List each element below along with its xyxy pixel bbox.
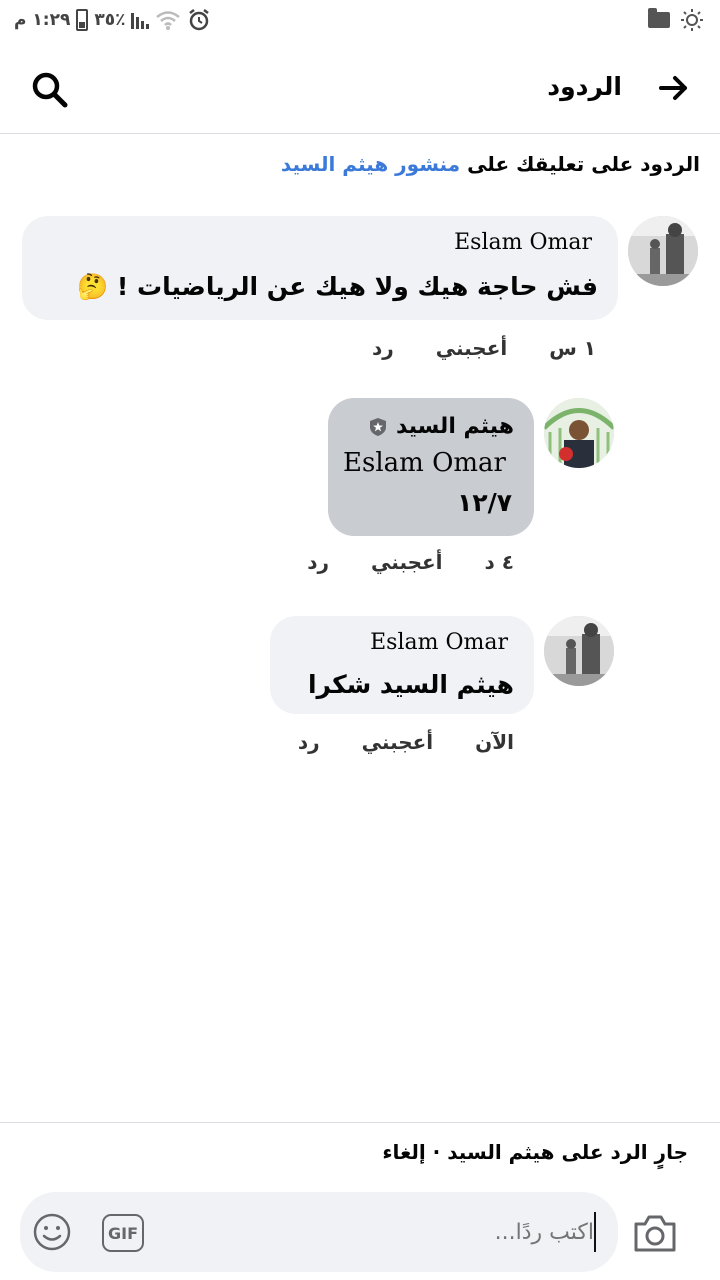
reply-button[interactable]: رد bbox=[307, 550, 329, 574]
status-left: ١:٢٩ م ٪٣٥ bbox=[14, 8, 211, 32]
avatar[interactable] bbox=[628, 216, 698, 286]
comment-author[interactable]: هيثم السيد bbox=[396, 414, 514, 439]
avatar[interactable] bbox=[544, 616, 614, 686]
comment-author-row: هيثم السيد bbox=[368, 414, 514, 439]
arrow-right-icon bbox=[659, 76, 687, 100]
post-link[interactable]: منشور هيثم السيد bbox=[281, 152, 460, 176]
separator: · bbox=[425, 1140, 448, 1164]
comment-author[interactable]: Eslam Omar bbox=[454, 230, 592, 255]
like-button[interactable]: أعجبني bbox=[436, 336, 508, 360]
status-time: ١:٢٩ م bbox=[14, 10, 71, 30]
replying-prefix: جارٍ الرد على bbox=[554, 1140, 688, 1164]
header: الردود bbox=[0, 44, 720, 134]
context-prefix: الردود على تعليقك على bbox=[460, 152, 700, 176]
folder-icon bbox=[648, 8, 670, 28]
comment-author[interactable]: Eslam Omar bbox=[370, 630, 508, 655]
comment-bubble[interactable]: هيثم السيد Eslam Omar ١٢/٧ bbox=[328, 398, 534, 536]
comment-text: ١٢/٧ bbox=[457, 488, 512, 517]
comment-time: ١ س bbox=[549, 336, 596, 360]
comment-actions: ٤ د أعجبني رد bbox=[307, 550, 514, 574]
reply-button[interactable]: رد bbox=[372, 336, 394, 360]
comment-text: هيثم السيد شكرا bbox=[307, 670, 514, 699]
reply-composer: GIF bbox=[20, 1192, 618, 1272]
wifi-icon bbox=[156, 11, 181, 30]
cancel-button[interactable]: إلغاء bbox=[382, 1140, 425, 1164]
gif-button[interactable]: GIF bbox=[102, 1214, 144, 1252]
comment-text: فش حاجة هيك ولا هيك عن الرياضيات ! 🤔 bbox=[77, 272, 598, 301]
like-button[interactable]: أعجبني bbox=[371, 550, 443, 574]
camera-button[interactable] bbox=[632, 1212, 678, 1254]
comment-actions: الآن أعجبني رد bbox=[298, 730, 514, 754]
camera-icon bbox=[634, 1215, 676, 1252]
battery-percent: ٪٣٥ bbox=[94, 10, 126, 30]
comment-actions: ١ س أعجبني رد bbox=[372, 336, 596, 360]
battery-icon bbox=[76, 9, 89, 31]
avatar[interactable] bbox=[544, 398, 614, 468]
like-button[interactable]: أعجبني bbox=[362, 730, 434, 754]
reply-input[interactable] bbox=[394, 1214, 594, 1250]
sun-icon bbox=[681, 9, 703, 31]
text-caret bbox=[594, 1212, 596, 1252]
divider bbox=[0, 1122, 720, 1123]
mention-text[interactable]: Eslam Omar bbox=[343, 448, 506, 478]
comment-time: ٤ د bbox=[484, 550, 514, 574]
reply-button[interactable]: رد bbox=[298, 730, 320, 754]
comment-time: الآن bbox=[475, 730, 514, 754]
alarm-icon bbox=[189, 9, 210, 31]
status-right bbox=[648, 8, 704, 32]
context-line: الردود على تعليقك على منشور هيثم السيد bbox=[281, 152, 700, 176]
replying-name: هيثم السيد bbox=[447, 1140, 555, 1164]
comment-bubble[interactable]: Eslam Omar فش حاجة هيك ولا هيك عن الرياض… bbox=[22, 216, 618, 320]
back-button[interactable] bbox=[658, 72, 690, 109]
emoji-button[interactable] bbox=[32, 1212, 72, 1252]
smiley-icon bbox=[33, 1213, 71, 1251]
search-icon bbox=[32, 72, 68, 108]
comment-bubble[interactable]: Eslam Omar هيثم السيد شكرا bbox=[270, 616, 534, 714]
replying-indicator: جارٍ الرد على هيثم السيد · إلغاء bbox=[382, 1140, 688, 1164]
signal-icon bbox=[131, 11, 150, 29]
search-button[interactable] bbox=[30, 70, 70, 110]
page-title: الردود bbox=[547, 72, 622, 101]
status-bar: ١:٢٩ م ٪٣٥ bbox=[0, 0, 720, 44]
shield-icon bbox=[369, 417, 386, 436]
